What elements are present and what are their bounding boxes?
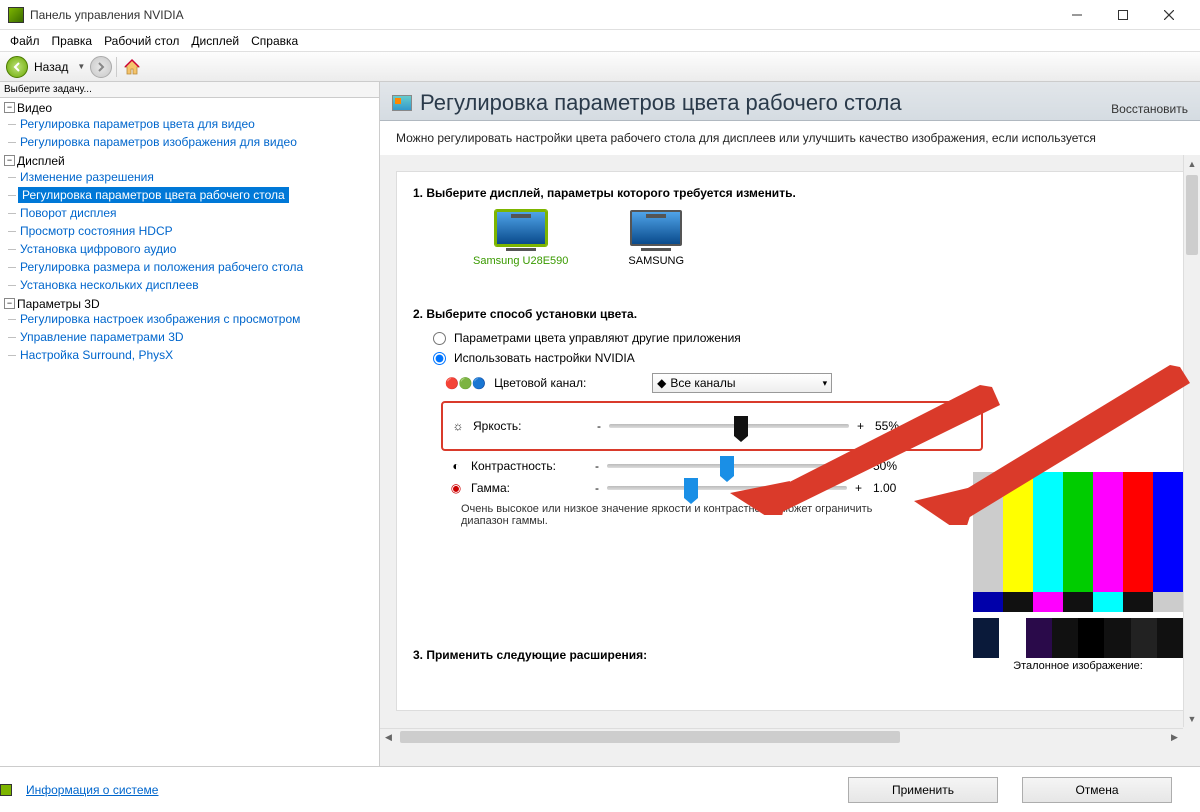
page-title: Регулировка параметров цвета рабочего ст… [420, 90, 902, 116]
brightness-icon: ☼ [451, 419, 465, 433]
scroll-left-icon[interactable]: ◀ [380, 729, 397, 745]
restore-link[interactable]: Восстановить [1111, 102, 1188, 116]
tree-item[interactable]: Регулировка настроек изображения с просм… [18, 311, 302, 327]
tree-item[interactable]: Установка нескольких дисплеев [18, 277, 201, 293]
toolbar: Назад ▼ [0, 52, 1200, 82]
channel-label: Цветовой канал: [494, 376, 644, 390]
scroll-thumb[interactable] [400, 731, 900, 743]
horizontal-scrollbar[interactable]: ◀ ▶ [380, 728, 1183, 745]
tree-item[interactable]: Просмотр состояния HDCP [18, 223, 175, 239]
radio-nvidia[interactable] [433, 352, 446, 365]
minus-label: - [589, 459, 599, 473]
page-icon [392, 95, 412, 111]
content-pane: Регулировка параметров цвета рабочего ст… [380, 82, 1200, 794]
titlebar: Панель управления NVIDIA [0, 0, 1200, 30]
tree-toggle-icon[interactable]: − [4, 102, 15, 113]
content-header: Регулировка параметров цвета рабочего ст… [380, 82, 1200, 121]
back-label[interactable]: Назад [34, 60, 68, 74]
tree-item-selected[interactable]: Регулировка параметров цвета рабочего ст… [18, 187, 289, 203]
footer: Информация о системе Применить Отмена [0, 766, 1200, 812]
brightness-label: Яркость: [473, 419, 583, 433]
display-option[interactable]: Samsung U28E590 [473, 210, 568, 267]
scroll-thumb[interactable] [1186, 175, 1198, 255]
menu-help[interactable]: Справка [245, 32, 304, 50]
menu-edit[interactable]: Правка [46, 32, 99, 50]
close-button[interactable] [1146, 0, 1192, 30]
step1-title: 1. Выберите дисплей, параметры которого … [413, 186, 1167, 200]
app-icon [8, 7, 24, 23]
step2-title: 2. Выберите способ установки цвета. [413, 307, 1167, 321]
task-tree: −Видео Регулировка параметров цвета для … [0, 98, 379, 794]
channel-icon: ◆ [657, 376, 666, 390]
scroll-down-icon[interactable]: ▼ [1184, 710, 1200, 727]
menu-file[interactable]: Файл [4, 32, 46, 50]
maximize-button[interactable] [1100, 0, 1146, 30]
display-name: SAMSUNG [628, 255, 684, 267]
scroll-up-icon[interactable]: ▲ [1184, 155, 1200, 172]
window-title: Панель управления NVIDIA [30, 8, 184, 22]
home-button[interactable] [121, 56, 143, 78]
tree-item[interactable]: Настройка Surround, PhysX [18, 347, 175, 363]
tree-toggle-icon[interactable]: − [4, 155, 15, 166]
monitor-icon [630, 210, 682, 246]
display-name: Samsung U28E590 [473, 255, 568, 267]
apply-button[interactable]: Применить [848, 777, 998, 803]
tree-item[interactable]: Изменение разрешения [18, 169, 156, 185]
nvidia-icon [0, 784, 12, 796]
cancel-button[interactable]: Отмена [1022, 777, 1172, 803]
tree-item[interactable]: Регулировка параметров изображения для в… [18, 134, 299, 150]
rgb-icon: 🔴🟢🔵 [445, 377, 486, 390]
radio-other-apps[interactable] [433, 332, 446, 345]
contrast-icon: ◐ [449, 459, 463, 473]
back-button[interactable] [6, 56, 28, 78]
menubar: Файл Правка Рабочий стол Дисплей Справка [0, 30, 1200, 52]
monitor-icon [495, 210, 547, 246]
tree-item[interactable]: Регулировка параметров цвета для видео [18, 116, 257, 132]
minus-label: - [589, 481, 599, 495]
tree-item[interactable]: Регулировка размера и положения рабочего… [18, 259, 305, 275]
display-option[interactable]: SAMSUNG [628, 210, 684, 267]
minus-label: - [591, 419, 601, 433]
minimize-button[interactable] [1054, 0, 1100, 30]
forward-button[interactable] [90, 56, 112, 78]
tree-item[interactable]: Установка цифрового аудио [18, 241, 178, 257]
menu-display[interactable]: Дисплей [185, 32, 245, 50]
radio-label: Использовать настройки NVIDIA [454, 351, 635, 365]
back-history-dropdown[interactable]: ▼ [74, 62, 88, 71]
scroll-right-icon[interactable]: ▶ [1166, 729, 1183, 745]
gamma-label: Гамма: [471, 481, 581, 495]
system-info-link[interactable]: Информация о системе [26, 783, 158, 797]
sidebar-header: Выберите задачу... [0, 82, 379, 98]
preview-label: Эталонное изображение: [973, 660, 1183, 672]
toolbar-separator [116, 57, 117, 77]
tree-group-display[interactable]: Дисплей [17, 154, 65, 168]
contrast-label: Контрастность: [471, 459, 581, 473]
annotation-arrow [910, 365, 1190, 525]
step3-title: 3. Применить следующие расширения: [413, 648, 647, 662]
sidebar: Выберите задачу... −Видео Регулировка па… [0, 82, 380, 794]
tree-group-3d[interactable]: Параметры 3D [17, 296, 100, 310]
tree-item[interactable]: Управление параметрами 3D [18, 329, 186, 345]
tree-item[interactable]: Поворот дисплея [18, 205, 119, 221]
page-description: Можно регулировать настройки цвета рабоч… [380, 121, 1200, 155]
gamma-icon: ◉ [449, 481, 463, 495]
menu-desktop[interactable]: Рабочий стол [98, 32, 185, 50]
radio-label: Параметрами цвета управляют другие прило… [454, 331, 741, 345]
tree-group-video[interactable]: Видео [17, 101, 52, 115]
tree-toggle-icon[interactable]: − [4, 298, 15, 309]
